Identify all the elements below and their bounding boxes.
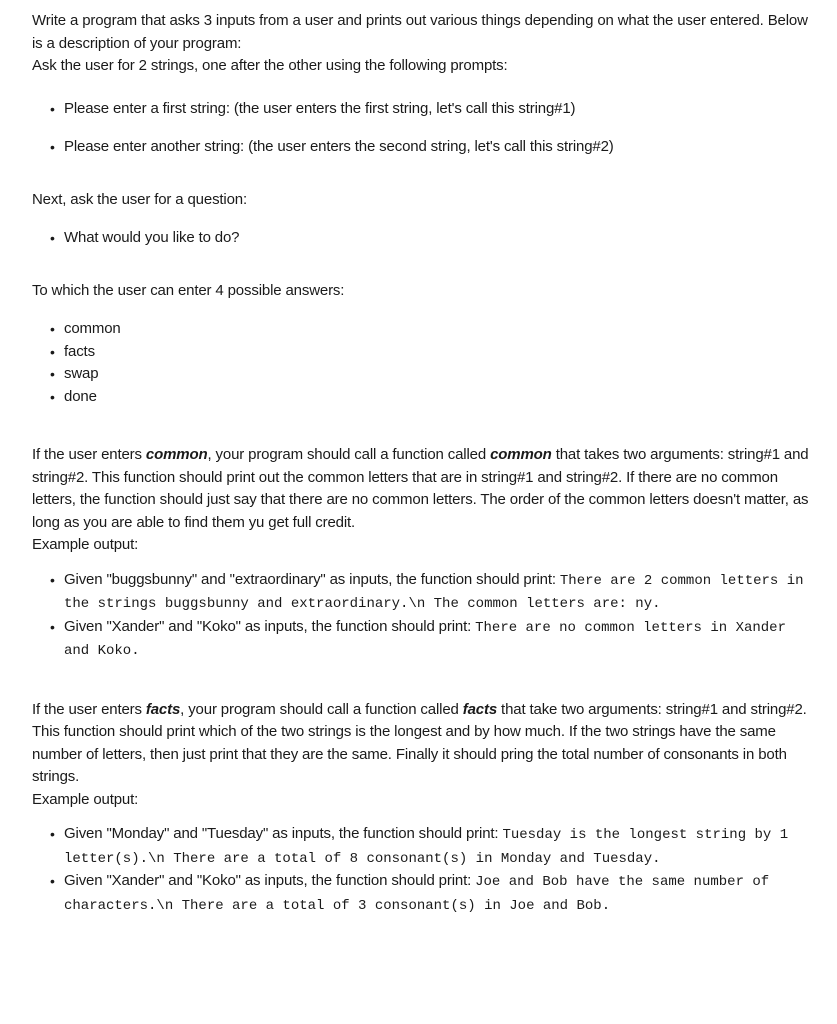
string-prompt-1: Please enter a first string: (the user e… [64,99,576,117]
list-item: Please enter a first string: (the user e… [50,98,815,121]
example-text: Given "buggsbunny" and "extraordinary" a… [64,570,560,588]
intro-paragraph: Write a program that asks 3 inputs from … [32,10,815,78]
example-text: Given "Xander" and "Koko" as inputs, the… [64,872,476,889]
facts-desc-start: If the user enters [32,700,146,718]
question-intro: Next, ask the user for a question: [32,190,248,208]
list-item: Given "Xander" and "Koko" as inputs, the… [50,870,815,917]
list-item: Please enter another string: (the user e… [50,136,815,159]
facts-section: If the user enters facts, your program s… [32,699,815,918]
facts-example-label: Example output: [32,790,139,808]
answers-intro: To which the user can enter 4 possible a… [32,281,345,299]
common-function-name: common [490,446,552,463]
question-prompt: What would you like to do? [64,229,240,246]
example-text: Given "Monday" and "Tuesday" as inputs, … [64,825,503,842]
list-item: Given "Xander" and "Koko" as inputs, the… [50,616,815,663]
common-desc-start: If the user enters [32,446,146,463]
intro-text: Write a program that asks 3 inputs from … [32,12,808,52]
common-description: If the user enters common, your program … [32,444,815,557]
facts-description: If the user enters facts, your program s… [32,699,815,812]
list-item: swap [50,363,815,386]
common-example-label: Example output: [32,536,139,553]
question-prompts-list: What would you like to do? [32,227,815,250]
list-item: What would you like to do? [50,227,815,250]
common-examples-list: Given "buggsbunny" and "extraordinary" a… [32,569,815,663]
string-prompts-list: Please enter a first string: (the user e… [32,98,815,159]
list-item: Given "Monday" and "Tuesday" as inputs, … [50,823,815,870]
list-item: Given "buggsbunny" and "extraordinary" a… [50,569,815,616]
string-prompt-2: Please enter another string: (the user e… [64,138,614,155]
common-keyword: common [145,446,208,463]
facts-desc-mid: , your program should call a function ca… [180,700,463,718]
answer-swap: swap [64,365,99,382]
assignment-document: Write a program that asks 3 inputs from … [0,0,837,917]
intro-prompt-instruction: Ask the user for 2 strings, one after th… [32,57,508,74]
common-section: If the user enters common, your program … [32,444,815,663]
list-item: common [50,318,815,341]
example-text: Given "Xander" and "Koko" as inputs, the… [64,617,476,635]
list-item: facts [50,341,815,364]
facts-examples-list: Given "Monday" and "Tuesday" as inputs, … [32,823,815,917]
answer-common: common [64,320,121,337]
answer-facts: facts [64,342,95,360]
facts-function-name: facts [462,700,498,718]
answer-done: done [64,387,97,405]
facts-keyword: facts [145,700,181,718]
answers-list: common facts swap done [32,318,815,408]
common-desc-mid: , your program should call a function ca… [207,446,491,463]
list-item: done [50,386,815,409]
